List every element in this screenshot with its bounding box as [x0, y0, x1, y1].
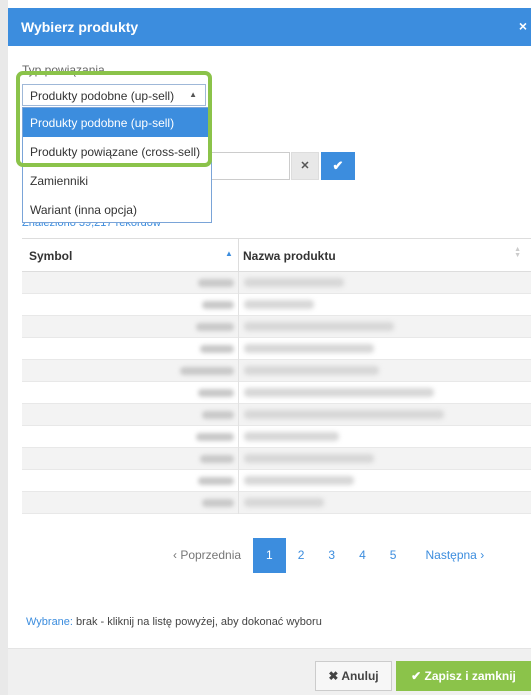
- table-row[interactable]: [22, 448, 531, 470]
- dropdown-option-up-sell[interactable]: Produkty podobne (up-sell): [23, 108, 211, 137]
- column-divider: [238, 404, 239, 426]
- redacted-product-name: [244, 432, 339, 441]
- selection-info: Wybrane: brak - kliknij na listę powyżej…: [26, 616, 322, 628]
- pagination-page-1[interactable]: 1: [253, 538, 286, 573]
- redacted-product-name: [244, 454, 374, 463]
- close-icon: ✕: [300, 160, 310, 172]
- table-row[interactable]: [22, 316, 531, 338]
- dropdown-option-substitutes[interactable]: Zamienniki: [23, 166, 211, 195]
- confirm-search-button[interactable]: ✔: [321, 152, 355, 180]
- modal-title: Wybierz produkty: [21, 19, 139, 35]
- search-input[interactable]: [210, 152, 290, 180]
- redacted-symbol: [196, 323, 234, 331]
- column-divider: [238, 470, 239, 492]
- redacted-product-name: [244, 278, 344, 287]
- modal-header: Wybierz produkty ×: [8, 8, 531, 46]
- column-divider: [238, 448, 239, 470]
- relation-type-label: Typ powiązania: [22, 63, 105, 77]
- table-row[interactable]: [22, 492, 531, 514]
- check-icon: ✔: [411, 669, 422, 683]
- pagination-page-5[interactable]: 5: [377, 538, 409, 573]
- column-divider: [238, 239, 239, 273]
- products-table: Symbol ▲ Nazwa produktu ▲ ▼: [22, 238, 531, 514]
- table-row[interactable]: [22, 382, 531, 404]
- column-divider: [238, 492, 239, 514]
- redacted-symbol: [200, 455, 234, 463]
- sort-asc-icon: ▲: [225, 249, 233, 258]
- cancel-button[interactable]: ✖ Anuluj: [315, 661, 392, 691]
- column-header-product-name[interactable]: Nazwa produktu: [243, 249, 336, 263]
- table-header: Symbol ▲ Nazwa produktu ▲ ▼: [22, 238, 531, 273]
- redacted-product-name: [244, 476, 354, 485]
- redacted-product-name: [244, 344, 374, 353]
- pagination-page-3[interactable]: 3: [316, 538, 348, 573]
- table-body: [22, 272, 531, 514]
- column-divider: [238, 338, 239, 360]
- pagination: ‹ Poprzednia 1 2 3 4 5 Następna ›: [157, 538, 499, 573]
- relation-type-select[interactable]: Produkty podobne (up-sell) ▲: [22, 84, 206, 106]
- modal-footer: ✖ Anuluj ✔ Zapisz i zamknij: [8, 648, 531, 695]
- pagination-next[interactable]: Następna ›: [408, 538, 499, 573]
- table-row[interactable]: [22, 338, 531, 360]
- column-divider: [238, 382, 239, 404]
- redacted-product-name: [244, 366, 379, 375]
- sort-icon: ▲ ▼: [514, 246, 521, 259]
- redacted-product-name: [244, 300, 314, 309]
- redacted-symbol: [198, 477, 234, 485]
- redacted-product-name: [244, 410, 444, 419]
- selection-label: Wybrane:: [26, 616, 73, 628]
- table-row[interactable]: [22, 426, 531, 448]
- redacted-symbol: [202, 499, 234, 507]
- redacted-symbol: [202, 301, 234, 309]
- column-divider: [238, 272, 239, 294]
- pagination-prev[interactable]: ‹ Poprzednia: [157, 538, 254, 573]
- redacted-symbol: [196, 433, 234, 441]
- redacted-symbol: [180, 367, 234, 375]
- dropdown-option-variant[interactable]: Wariant (inna opcja): [23, 195, 211, 224]
- close-icon[interactable]: ×: [519, 18, 527, 34]
- relation-type-dropdown: Produkty podobne (up-sell) Produkty powi…: [22, 107, 212, 223]
- pagination-page-2[interactable]: 2: [285, 538, 317, 573]
- column-divider: [238, 294, 239, 316]
- check-icon: ✔: [332, 158, 344, 173]
- save-and-close-button[interactable]: ✔ Zapisz i zamknij: [396, 661, 531, 691]
- selection-text: brak - kliknij na listę powyżej, aby dok…: [76, 616, 322, 628]
- table-row[interactable]: [22, 294, 531, 316]
- redacted-symbol: [198, 279, 234, 287]
- clear-search-button[interactable]: ✕: [291, 152, 319, 180]
- dropdown-option-cross-sell[interactable]: Produkty powiązane (cross-sell): [23, 137, 211, 166]
- redacted-symbol: [198, 389, 234, 397]
- column-divider: [238, 360, 239, 382]
- redacted-product-name: [244, 388, 434, 397]
- redacted-product-name: [244, 498, 324, 507]
- redacted-product-name: [244, 322, 394, 331]
- table-row[interactable]: [22, 404, 531, 426]
- close-icon: ✖: [328, 669, 339, 683]
- table-row[interactable]: [22, 272, 531, 294]
- column-header-symbol[interactable]: Symbol: [29, 249, 72, 263]
- redacted-symbol: [200, 345, 234, 353]
- cancel-label: Anuluj: [341, 669, 379, 683]
- column-divider: [238, 316, 239, 338]
- pagination-page-4[interactable]: 4: [347, 538, 378, 573]
- caret-up-icon: ▲: [189, 90, 197, 99]
- table-row[interactable]: [22, 360, 531, 382]
- save-label: Zapisz i zamknij: [424, 669, 516, 683]
- table-row[interactable]: [22, 470, 531, 492]
- redacted-symbol: [202, 411, 234, 419]
- column-divider: [238, 426, 239, 448]
- relation-type-selected-value: Produkty podobne (up-sell): [30, 89, 175, 103]
